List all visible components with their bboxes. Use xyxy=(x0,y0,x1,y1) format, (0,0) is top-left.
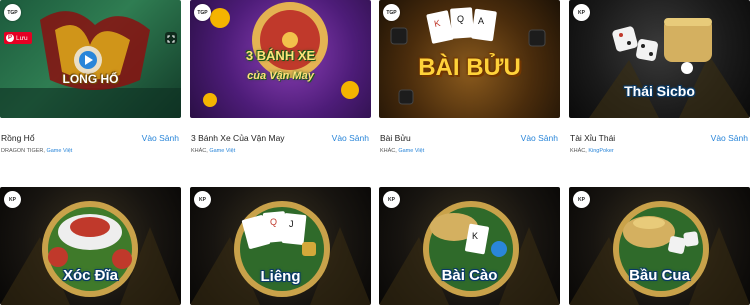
game-category: KHÁC, xyxy=(191,148,210,154)
game-card-bai-cao[interactable]: K Bài Cào KP xyxy=(379,187,560,305)
game-card-bau-cua[interactable]: Bầu Cua KP xyxy=(569,187,750,305)
svg-text:K: K xyxy=(472,231,478,241)
game-art-title: Thái Sicbo xyxy=(624,83,695,99)
game-tags: KHÁC, Game Việt xyxy=(191,148,235,154)
provider-badge: KP xyxy=(194,191,211,208)
game-thumbnail[interactable]: 3 BÁNH XE của Vận May TGP xyxy=(190,0,371,118)
game-card-3-banh-xe[interactable]: 3 BÁNH XE của Vận May TGP 3 Bánh Xe Của … xyxy=(190,0,371,160)
game-thumbnail[interactable]: K Q A BÀI BỬU TGP xyxy=(379,0,560,118)
svg-text:J: J xyxy=(289,219,294,229)
expand-glyph xyxy=(167,35,175,43)
provider-badge: KP xyxy=(4,191,21,208)
game-name: Rồng Hổ xyxy=(1,133,35,143)
pinterest-save-label: Lưu xyxy=(16,34,28,42)
provider-badge: KP xyxy=(383,191,400,208)
game-card-rong-ho[interactable]: LONG HỔ TGP P Lưu Rồng Hổ Vào Sảnh DRAGO… xyxy=(0,0,181,160)
game-provider-link[interactable]: Game Việt xyxy=(398,148,424,154)
enter-lobby-link[interactable]: Vào Sảnh xyxy=(142,133,179,143)
game-card-lieng[interactable]: Q J Liêng KP xyxy=(190,187,371,305)
provider-badge: KP xyxy=(573,191,590,208)
enter-lobby-link[interactable]: Vào Sảnh xyxy=(521,133,558,143)
game-art-title: Bài Cào xyxy=(441,267,498,284)
game-thumbnail[interactable]: K Bài Cào KP xyxy=(379,187,560,305)
bai-cao-artwork: K xyxy=(379,201,560,305)
xoc-dia-artwork xyxy=(0,201,181,305)
provider-badge: TGP xyxy=(194,4,211,21)
pinterest-icon: P xyxy=(6,34,14,42)
expand-icon[interactable] xyxy=(165,32,177,44)
game-info: Tài Xỉu Thái Vào Sảnh KHÁC, KingPoker xyxy=(569,133,750,158)
game-name: Tài Xỉu Thái xyxy=(570,133,616,143)
game-info: 3 Bánh Xe Của Vận May Vào Sảnh KHÁC, Gam… xyxy=(190,133,371,158)
game-art-title: Liêng xyxy=(260,268,301,285)
bau-cua-artwork xyxy=(569,201,750,305)
game-art-title: Bầu Cua xyxy=(629,267,690,284)
game-art-title: Xóc Đĩa xyxy=(62,267,119,284)
game-provider-link[interactable]: KingPoker xyxy=(588,148,613,154)
lieng-artwork: Q J xyxy=(190,201,371,305)
game-tags: KHÁC, Game Việt xyxy=(380,148,424,154)
game-name: 3 Bánh Xe Của Vận May xyxy=(191,133,285,143)
game-category: KHÁC, xyxy=(570,148,589,154)
game-card-xoc-dia[interactable]: Xóc Đĩa KP xyxy=(0,187,181,305)
game-thumbnail[interactable]: Xóc Đĩa KP xyxy=(0,187,181,305)
enter-lobby-link[interactable]: Vào Sảnh xyxy=(332,133,369,143)
provider-badge: KP xyxy=(573,4,590,21)
game-thumbnail[interactable]: Q J Liêng KP xyxy=(190,187,371,305)
game-card-bai-buu[interactable]: K Q A BÀI BỬU TGP Bài Bửu Vào Sảnh KHÁC,… xyxy=(379,0,560,160)
sicbo-artwork xyxy=(589,18,750,118)
game-name: Bài Bửu xyxy=(380,133,411,143)
game-thumbnail[interactable]: Bầu Cua KP xyxy=(569,187,750,305)
game-tags: KHÁC, KingPoker xyxy=(570,148,614,154)
pinterest-save-button[interactable]: P Lưu xyxy=(4,32,32,44)
game-art-title: LONG HỔ xyxy=(62,72,119,86)
svg-text:Q: Q xyxy=(270,217,277,227)
game-category: DRAGON TIGER, xyxy=(1,148,47,154)
provider-badge: TGP xyxy=(4,4,21,21)
svg-text:Q: Q xyxy=(457,14,464,24)
game-provider-link[interactable]: Game Việt xyxy=(209,148,235,154)
game-card-tai-xiu-thai[interactable]: Thái Sicbo KP Tài Xỉu Thái Vào Sảnh KHÁC… xyxy=(569,0,750,160)
enter-lobby-link[interactable]: Vào Sảnh xyxy=(711,133,748,143)
game-thumbnail[interactable]: LONG HỔ TGP P Lưu xyxy=(0,0,181,118)
game-art-title: BÀI BỬU xyxy=(418,54,521,81)
dragon-tiger-artwork xyxy=(0,11,181,118)
game-info: Bài Bửu Vào Sảnh KHÁC, Game Việt xyxy=(379,133,560,158)
game-info: Rồng Hổ Vào Sảnh DRAGON TIGER, Game Việt xyxy=(0,133,181,158)
game-art-title: 3 BÁNH XE xyxy=(245,48,316,63)
game-provider-link[interactable]: Game Việt xyxy=(46,148,72,154)
game-art-subtitle: của Vận May xyxy=(247,70,314,82)
svg-text:A: A xyxy=(478,16,484,26)
game-thumbnail[interactable]: Thái Sicbo KP xyxy=(569,0,750,118)
game-tags: DRAGON TIGER, Game Việt xyxy=(1,148,72,154)
game-category: KHÁC, xyxy=(380,148,399,154)
provider-badge: TGP xyxy=(383,4,400,21)
